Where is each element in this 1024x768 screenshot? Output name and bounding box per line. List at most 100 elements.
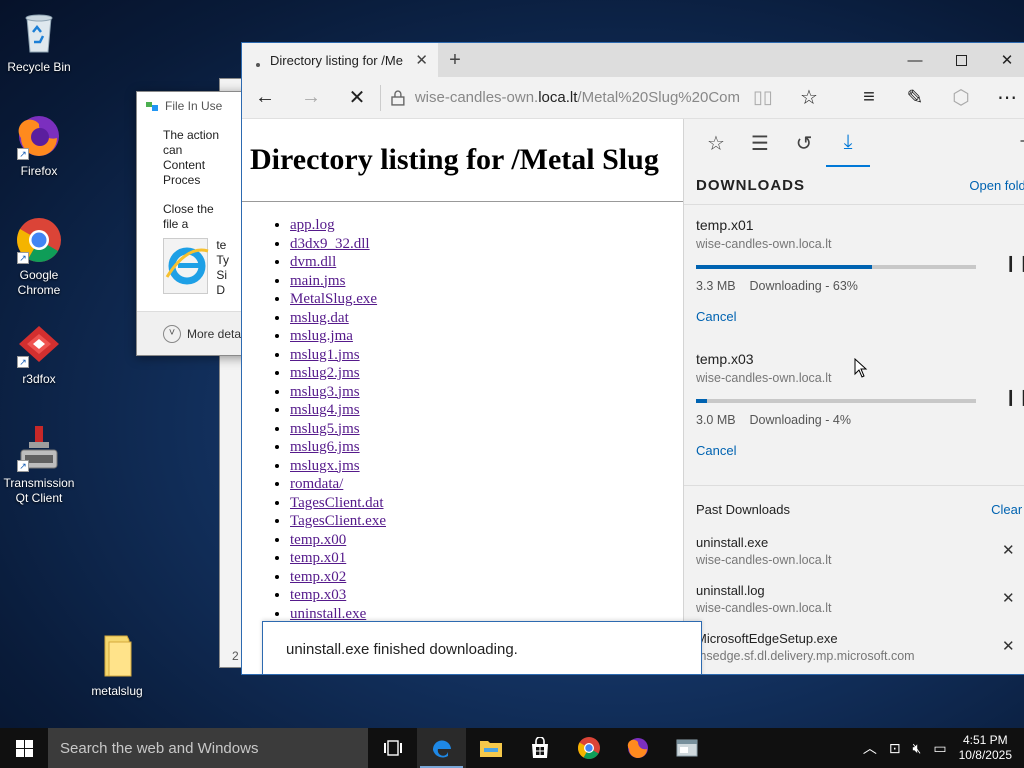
clock-time: 4:51 PM <box>962 733 1008 747</box>
firefox-icon <box>627 738 648 758</box>
past-download-item[interactable]: uninstall.exe wise-candles-own.loca.lt ✕ <box>684 527 1024 575</box>
file-link[interactable]: dvm.dll <box>290 254 336 270</box>
open-folder-link[interactable]: Open folde <box>969 178 1024 193</box>
edge-browser-window[interactable]: Directory listing for /Me ✕ + — ✕ ← → ✕ … <box>241 42 1024 675</box>
reading-view-icon[interactable]: ▯▯ <box>740 77 786 119</box>
forward-button[interactable]: → <box>288 77 334 119</box>
desktop-icon-label: Google Chrome <box>17 268 61 297</box>
taskbar-store[interactable] <box>515 728 564 768</box>
cancel-download-link[interactable]: Cancel <box>696 309 736 324</box>
file-link[interactable]: mslug.dat <box>290 310 349 326</box>
background-window-text: 2 <box>232 649 239 663</box>
active-download-item: temp.x01 wise-candles-own.loca.lt ❙❙ 3.3 MB… <box>684 205 1024 339</box>
desktop-icon-label: Transmission Qt Client <box>3 476 75 505</box>
file-link[interactable]: romdata/ <box>290 476 343 492</box>
download-source: wise-candles-own.loca.lt <box>696 237 832 251</box>
file-link[interactable]: d3dx9_32.dll <box>290 236 370 252</box>
desktop-icon-chrome[interactable]: ↗ Google Chrome <box>0 216 78 298</box>
reading-list-icon[interactable]: ☰ <box>738 119 782 167</box>
file-link[interactable]: mslug.jma <box>290 328 353 344</box>
web-note-icon[interactable]: ✎ <box>892 77 938 119</box>
show-hidden-icons-chevron-icon[interactable]: ︿ <box>857 738 883 758</box>
clear-all-link[interactable]: Clear a <box>991 502 1024 517</box>
cancel-download-link[interactable]: Cancel <box>696 443 736 458</box>
taskbar-edge[interactable] <box>417 728 466 768</box>
file-in-use-dialog[interactable]: File In Use The action can Content Proce… <box>136 91 256 356</box>
file-link[interactable]: mslug6.jms <box>290 439 360 455</box>
download-status: 3.3 MB Downloading - 63% <box>696 279 858 293</box>
file-link[interactable]: app.log <box>290 217 335 233</box>
downloads-icon[interactable]: ⤓ <box>826 119 870 167</box>
taskbar-firefox[interactable] <box>613 728 662 768</box>
file-list-item: mslugx.jms <box>290 457 683 476</box>
file-link[interactable]: temp.x00 <box>290 532 346 548</box>
file-link[interactable]: uninstall.exe <box>290 606 366 622</box>
file-link[interactable]: MetalSlug.exe <box>290 291 377 307</box>
browser-tab[interactable]: Directory listing for /Me ✕ <box>242 43 438 77</box>
download-complete-notification[interactable]: uninstall.exe finished downloading. <box>262 621 702 674</box>
task-view-button[interactable] <box>368 728 417 768</box>
transmission-icon: ↗ <box>15 424 63 472</box>
file-link[interactable]: temp.x01 <box>290 550 346 566</box>
file-link[interactable]: mslug4.jms <box>290 402 360 418</box>
pin-icon[interactable]: ⊸ <box>1020 131 1024 151</box>
pause-icon[interactable]: ❙❙ <box>1004 253 1024 273</box>
remove-download-icon[interactable]: ✕ <box>1002 589 1015 607</box>
volume-muted-icon[interactable]: 🔇︎ <box>907 740 928 757</box>
taskbar-window-app[interactable] <box>662 728 711 768</box>
desktop-icon-metalslug-folder[interactable]: metalslug <box>78 632 156 699</box>
favorite-star-icon[interactable]: ☆ <box>786 77 832 119</box>
desktop-icon-label: metalslug <box>91 684 143 698</box>
desktop-icon-r3dfox[interactable]: ↗ r3dfox <box>0 320 78 387</box>
more-options-icon[interactable]: ⋯ <box>984 77 1024 119</box>
file-link[interactable]: mslug1.jms <box>290 347 360 363</box>
desktop-icon-recycle-bin[interactable]: Recycle Bin <box>0 8 78 75</box>
tab-title: Directory listing for /Me <box>270 52 403 68</box>
file-link[interactable]: main.jms <box>290 273 345 289</box>
file-link[interactable]: mslug2.jms <box>290 365 360 381</box>
store-icon <box>531 737 548 758</box>
past-download-item[interactable]: uninstall.log wise-candles-own.loca.lt ✕ <box>684 575 1024 623</box>
start-button[interactable] <box>0 728 48 768</box>
file-list-item: TagesClient.dat <box>290 494 683 513</box>
remove-download-icon[interactable]: ✕ <box>1002 637 1015 655</box>
file-link[interactable]: mslugx.jms <box>290 458 360 474</box>
desktop-icon-firefox[interactable]: ↗ Firefox <box>0 112 78 179</box>
hub-icon[interactable]: ≡ <box>846 77 892 119</box>
minimize-button[interactable]: — <box>892 43 938 77</box>
taskbar-clock[interactable]: 4:51 PM 10/8/2025 <box>953 733 1024 763</box>
back-button[interactable]: ← <box>242 77 288 119</box>
file-list-item: app.log <box>290 216 683 235</box>
desktop-icon-transmission[interactable]: ↗ Transmission Qt Client <box>0 424 78 506</box>
file-link[interactable]: temp.x03 <box>290 587 346 603</box>
share-icon[interactable]: ⬡ <box>938 77 984 119</box>
shortcut-arrow-icon: ↗ <box>17 460 29 472</box>
file-link[interactable]: mslug5.jms <box>290 421 360 437</box>
recycle-bin-icon <box>15 8 63 56</box>
shortcut-arrow-icon: ↗ <box>17 252 29 264</box>
network-icon[interactable]: ⊡ <box>883 740 907 757</box>
close-tab-icon[interactable]: ✕ <box>415 51 428 69</box>
taskbar-file-explorer[interactable] <box>466 728 515 768</box>
favorites-star-icon[interactable]: ☆ <box>694 119 738 167</box>
pause-icon[interactable]: ❙❙ <box>1004 387 1024 407</box>
maximize-button[interactable] <box>938 43 984 77</box>
remove-download-icon[interactable]: ✕ <box>1002 541 1015 559</box>
more-details-toggle[interactable]: ˅ More deta <box>137 311 255 355</box>
stop-loading-button[interactable]: ✕ <box>334 77 380 119</box>
chrome-icon <box>577 737 600 759</box>
taskbar-search-box[interactable]: Search the web and Windows <box>48 728 368 768</box>
past-download-item[interactable]: MicrosoftEdgeSetup.exe msedge.sf.dl.deliv… <box>684 623 1024 671</box>
mouse-cursor-icon <box>854 358 868 378</box>
history-icon[interactable]: ↺ <box>782 119 826 167</box>
file-link[interactable]: TagesClient.dat <box>290 495 384 511</box>
close-window-button[interactable]: ✕ <box>984 43 1024 77</box>
past-download-name: MicrosoftEdgeSetup.exe <box>696 631 838 646</box>
new-tab-button[interactable]: + <box>438 43 472 77</box>
file-link[interactable]: TagesClient.exe <box>290 513 386 529</box>
file-link[interactable]: mslug3.jms <box>290 384 360 400</box>
address-bar[interactable]: wise-candles-own.loca.lt/Metal%20Slug%20… <box>380 84 740 111</box>
action-center-icon[interactable]: ▭ <box>927 740 952 757</box>
taskbar-chrome[interactable] <box>564 728 613 768</box>
file-link[interactable]: temp.x02 <box>290 569 346 585</box>
